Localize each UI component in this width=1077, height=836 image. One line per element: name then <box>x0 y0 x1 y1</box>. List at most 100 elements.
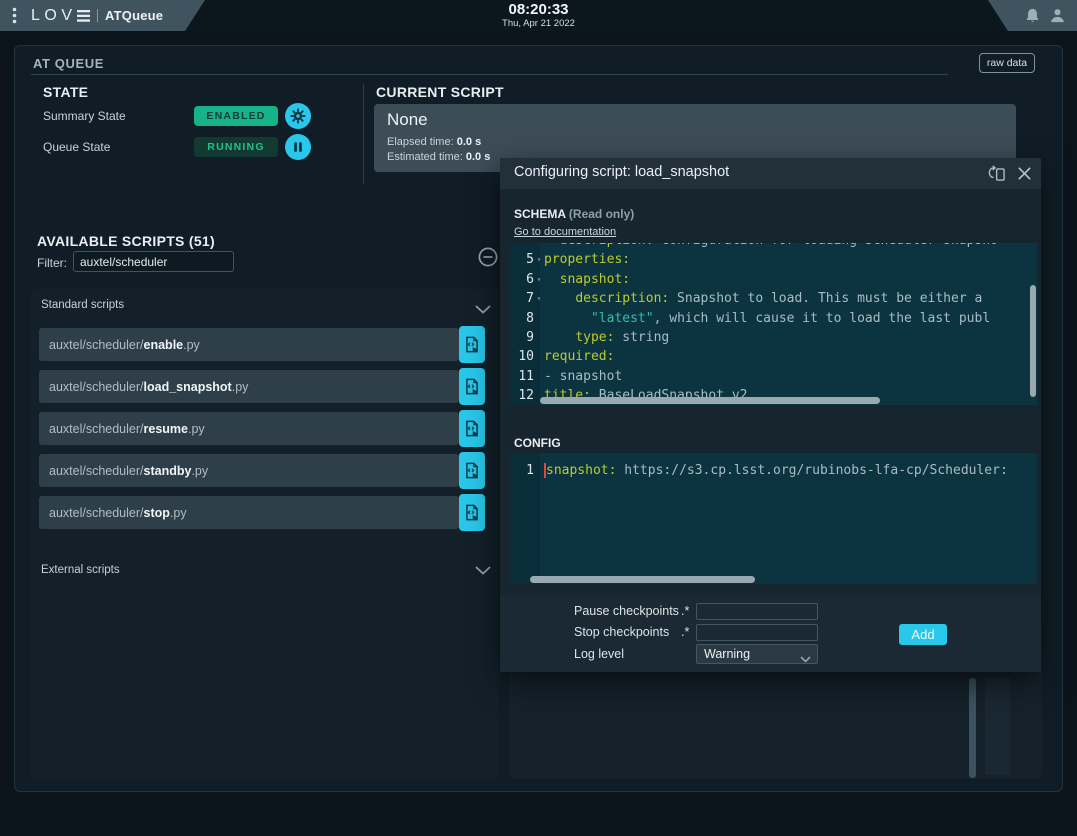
code-line: 6▾ snapshot: <box>510 270 1037 289</box>
summary-state-label: Summary State <box>43 109 126 123</box>
gear-icon <box>289 107 307 125</box>
scripts-box: Standard scripts auxtel/scheduler/enable… <box>31 289 499 780</box>
add-button[interactable]: Add <box>899 624 947 645</box>
top-bar: LOV ATQueue 08:20:33 Thu, Apr 21 2022 <box>0 0 1077 31</box>
modal-footer: Pause checkpoints .* Stop checkpoints .*… <box>500 595 1041 672</box>
logo-divider <box>97 9 99 22</box>
current-script-title: CURRENT SCRIPT <box>376 84 504 100</box>
schema-horizontal-scrollbar[interactable] <box>540 397 880 404</box>
filter-input[interactable] <box>73 251 234 272</box>
external-scripts-header: External scripts <box>41 564 120 576</box>
script-row[interactable]: auxtel/scheduler/stop.py <box>39 496 485 529</box>
close-icon[interactable] <box>1016 165 1033 187</box>
panel-title: AT QUEUE <box>33 56 104 71</box>
state-divider <box>363 84 364 184</box>
queue-state-badge: RUNNING <box>194 137 278 157</box>
script-name: auxtel/scheduler/enable.py <box>39 328 459 361</box>
logo-e-icon <box>77 10 91 22</box>
top-bar-right <box>960 0 1077 31</box>
run-script-icon <box>464 461 480 480</box>
clock-time: 08:20:33 <box>502 2 575 18</box>
summary-state-badge: ENABLED <box>194 106 278 126</box>
summary-state-gear-button[interactable] <box>285 103 311 129</box>
documentation-link[interactable]: Go to documentation <box>514 226 616 238</box>
launch-script-button[interactable] <box>459 494 485 531</box>
raw-data-button[interactable]: raw data <box>979 53 1035 73</box>
config-horizontal-scrollbar[interactable] <box>530 576 755 583</box>
stop-checkpoints-hint: .* <box>681 625 689 639</box>
launch-script-button[interactable] <box>459 452 485 489</box>
code-line: 7▾ description: Snapshot to load. This m… <box>510 289 1037 308</box>
current-script-name: None <box>387 110 428 130</box>
code-line: 9 type: string <box>510 328 1037 347</box>
code-line: 10required: <box>510 347 1037 366</box>
log-level-value: Warning <box>704 647 750 661</box>
code-line: 8 "latest", which will cause it to load … <box>510 309 1037 328</box>
script-name: auxtel/scheduler/stop.py <box>39 496 459 529</box>
pause-queue-button[interactable] <box>285 134 311 160</box>
stop-checkpoints-label: Stop checkpoints <box>574 625 669 639</box>
top-bar-left: LOV ATQueue <box>0 0 205 31</box>
logo-text: LOV <box>31 7 77 25</box>
script-row[interactable]: auxtel/scheduler/standby.py <box>39 454 485 487</box>
config-editor[interactable]: 1snapshot: https://s3.cp.lsst.org/rubino… <box>510 453 1037 584</box>
atqueue-app: LOV ATQueue 08:20:33 Thu, Apr 21 2022 AT… <box>0 0 1077 836</box>
script-name: auxtel/scheduler/standby.py <box>39 454 459 487</box>
app-title: ATQueue <box>105 8 163 23</box>
script-name: auxtel/scheduler/load_snapshot.py <box>39 370 459 403</box>
log-level-label: Log level <box>574 647 624 661</box>
launch-script-button[interactable] <box>459 326 485 363</box>
clock: 08:20:33 Thu, Apr 21 2022 <box>502 2 575 29</box>
script-row[interactable]: auxtel/scheduler/resume.py <box>39 412 485 445</box>
modal-title: Configuring script: load_snapshot <box>514 164 729 180</box>
menu-dots-icon[interactable] <box>12 7 17 24</box>
log-level-select[interactable]: Warning <box>696 644 818 664</box>
script-row[interactable]: auxtel/scheduler/enable.py <box>39 328 485 361</box>
stop-checkpoints-input[interactable] <box>696 624 818 641</box>
standard-scripts-header: Standard scripts <box>41 299 124 311</box>
code-line: description: Configuration for loading S… <box>510 243 1037 250</box>
run-script-icon <box>464 419 480 438</box>
elapsed-time: Elapsed time: 0.0 s <box>387 136 481 148</box>
code-line: 11- snapshot <box>510 367 1037 386</box>
queue-state-label: Queue State <box>43 140 110 154</box>
launch-script-button[interactable] <box>459 410 485 447</box>
pause-icon <box>291 140 305 154</box>
schema-code: description: Configuration for loading S… <box>510 243 1037 405</box>
collapse-panel-icon[interactable] <box>477 246 499 273</box>
code-line: 1snapshot: https://s3.cp.lsst.org/rubino… <box>510 461 1037 480</box>
schema-vertical-scrollbar[interactable] <box>1030 285 1036 397</box>
configure-script-modal: Configuring script: load_snapshot SCHEMA… <box>500 158 1041 672</box>
standard-scripts-list: auxtel/scheduler/enable.py auxtel/schedul… <box>39 328 485 538</box>
estimated-time: Estimated time: 0.0 s <box>387 151 490 163</box>
pause-checkpoints-label: Pause checkpoints <box>574 604 679 618</box>
run-script-icon <box>464 335 480 354</box>
standard-scripts-chevron-icon[interactable] <box>475 301 491 319</box>
chevron-down-icon <box>800 652 811 666</box>
run-script-icon <box>464 377 480 396</box>
copy-config-icon[interactable] <box>987 165 1008 189</box>
schema-title: SCHEMA (Read only) <box>514 207 634 221</box>
code-line: 5▾properties: <box>510 250 1037 269</box>
user-icon[interactable] <box>1049 7 1066 29</box>
script-name: auxtel/scheduler/resume.py <box>39 412 459 445</box>
modal-header: Configuring script: load_snapshot <box>500 158 1041 189</box>
queue-panel-column <box>985 677 1010 775</box>
launch-script-button[interactable] <box>459 368 485 405</box>
schema-readonly-label: (Read only) <box>569 207 634 221</box>
external-scripts-chevron-icon[interactable] <box>475 562 491 580</box>
run-script-icon <box>464 503 480 522</box>
script-row[interactable]: auxtel/scheduler/load_snapshot.py <box>39 370 485 403</box>
notifications-bell-icon[interactable] <box>1024 7 1041 29</box>
config-title: CONFIG <box>514 436 561 450</box>
love-logo: LOV ATQueue <box>31 7 163 25</box>
config-code: 1snapshot: https://s3.cp.lsst.org/rubino… <box>510 453 1037 480</box>
pause-checkpoints-hint: .* <box>681 604 689 618</box>
pause-checkpoints-input[interactable] <box>696 603 818 620</box>
queue-panel-scrollbar[interactable] <box>969 678 976 778</box>
panel-divider <box>31 74 948 75</box>
available-scripts-title: AVAILABLE SCRIPTS (51) <box>37 233 215 249</box>
state-title: STATE <box>43 84 88 100</box>
clock-date: Thu, Apr 21 2022 <box>502 18 575 29</box>
schema-editor[interactable]: description: Configuration for loading S… <box>510 243 1037 405</box>
